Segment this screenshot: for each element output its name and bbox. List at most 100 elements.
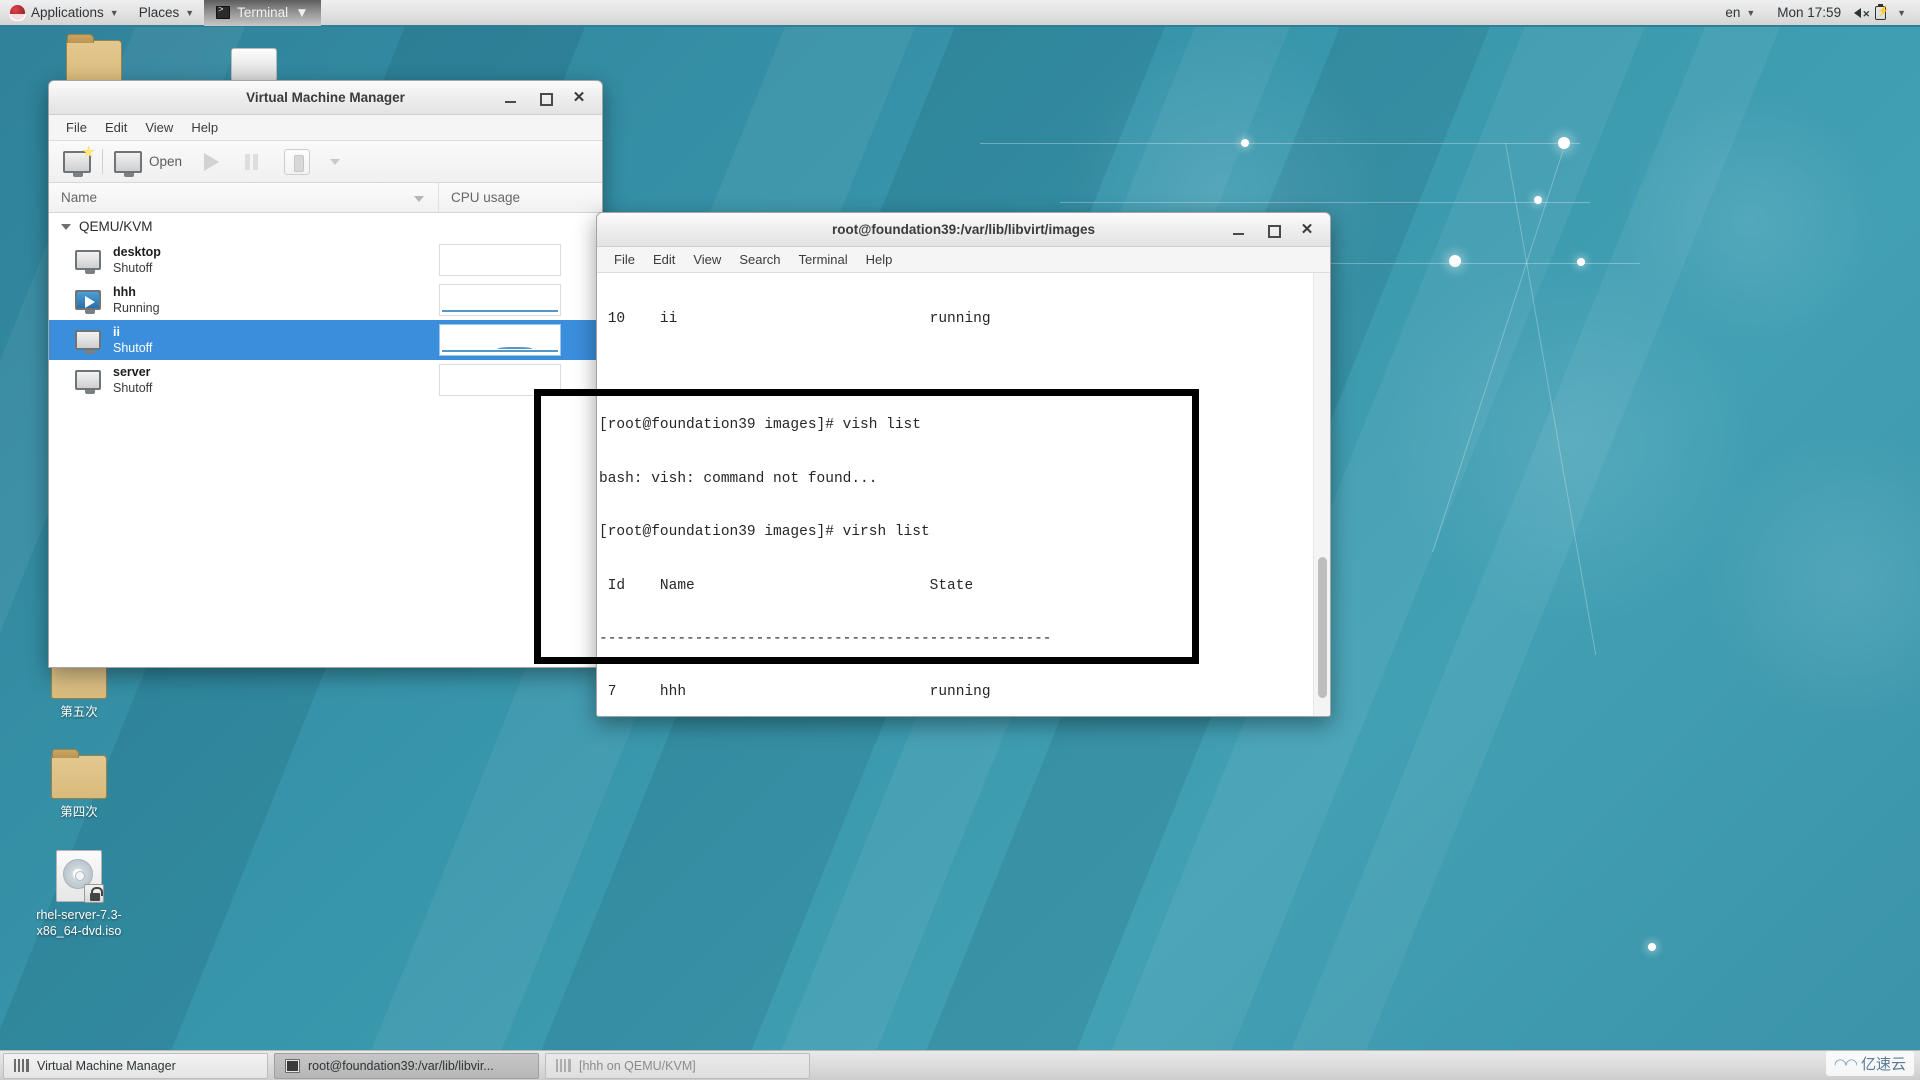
vm-state: Running (113, 300, 160, 315)
vm-cpu-usage-graph (439, 284, 561, 316)
close-button[interactable]: ✕ (572, 90, 586, 105)
pause-vm-button[interactable] (245, 153, 259, 170)
minimize-button[interactable] (504, 91, 518, 105)
connection-group-qemu-kvm[interactable]: QEMU/KVM (49, 213, 602, 240)
active-window-menu[interactable]: Terminal ▼ (204, 0, 321, 26)
open-button[interactable]: Open (114, 150, 183, 177)
vm-name: ii (113, 324, 120, 339)
taskbar-item-terminal[interactable]: root@foundation39:/var/lib/libvir... (274, 1052, 539, 1079)
vm-list-item-desktop[interactable]: desktop Shutoff (49, 240, 602, 280)
chevron-down-icon: ▼ (1897, 7, 1906, 18)
terminal-output: 10 ii running [root@foundation39 images]… (597, 273, 1312, 716)
column-header-name-label: Name (61, 190, 98, 205)
menu-view[interactable]: View (136, 118, 182, 137)
terminal-line: bash: vish: command not found... (599, 470, 878, 487)
volume-muted-icon[interactable]: ✕ (1853, 5, 1870, 21)
connection-label: QEMU/KVM (79, 219, 153, 234)
menu-edit[interactable]: Edit (644, 250, 684, 269)
chevron-down-icon[interactable] (330, 158, 341, 165)
terminal-scrollbar[interactable] (1313, 273, 1330, 716)
column-header-name[interactable]: Name (49, 183, 439, 212)
menu-search[interactable]: Search (730, 250, 789, 269)
vmm-icon (556, 1059, 571, 1072)
menu-view[interactable]: View (684, 250, 730, 269)
desktop-icon-folder-2[interactable]: 第四次 (25, 749, 133, 820)
terminal-line: 10 ii running (599, 310, 991, 327)
desktop-icon-label: 第四次 (60, 805, 98, 819)
menu-file[interactable]: File (605, 250, 644, 269)
vm-running-icon (75, 290, 101, 314)
vm-name: desktop (113, 244, 161, 259)
vm-name: hhh (113, 284, 136, 299)
folder-icon (51, 749, 107, 799)
menu-edit[interactable]: Edit (96, 118, 136, 137)
vmm-toolbar: Open (49, 141, 602, 183)
terminal-menubar: File Edit View Search Terminal Help (597, 247, 1330, 273)
terminal-screen[interactable]: 10 ii running [root@foundation39 images]… (597, 273, 1330, 716)
wallpaper-line (980, 143, 1580, 144)
vm-cpu-usage-graph (439, 324, 561, 356)
vm-name: server (113, 364, 151, 379)
menu-help[interactable]: Help (857, 250, 902, 269)
terminal-scrollbar-thumb[interactable] (1318, 556, 1327, 699)
terminal-window-controls: ✕ (1232, 222, 1330, 238)
vm-shutoff-icon (75, 370, 101, 394)
taskbar-item-hhh-console[interactable]: [hhh on QEMU/KVM] (545, 1052, 810, 1079)
terminal-icon (285, 1058, 300, 1073)
vm-cpu-usage-graph (439, 244, 561, 276)
taskbar-item-vmm[interactable]: Virtual Machine Manager (3, 1052, 268, 1079)
close-button[interactable]: ✕ (1300, 222, 1314, 237)
column-header-cpu[interactable]: CPU usage (439, 190, 520, 205)
desktop-icon-trash[interactable] (200, 48, 308, 84)
keyboard-layout-indicator[interactable]: en ▼ (1715, 0, 1765, 25)
clock[interactable]: Mon 17:59 (1767, 0, 1851, 25)
desktop-icon-iso[interactable]: rhel-server-7.3-x86_64-dvd.iso (25, 850, 133, 939)
vm-shutoff-icon (75, 330, 101, 354)
wallpaper-node-dot (1449, 255, 1461, 267)
top-panel: Applications ▼ Places ▼ Terminal ▼ en ▼ … (0, 0, 1920, 27)
maximize-button[interactable] (538, 91, 553, 106)
tree-expand-icon[interactable] (61, 223, 71, 230)
watermark-text: 亿速云 (1860, 1055, 1906, 1073)
minimize-button[interactable] (1232, 223, 1246, 237)
shutdown-vm-button[interactable] (284, 148, 311, 175)
vmm-titlebar[interactable]: Virtual Machine Manager ✕ (49, 81, 602, 115)
wallpaper-node-dot (1648, 943, 1656, 951)
lock-icon (84, 884, 104, 903)
vm-list-item-ii[interactable]: ii Shutoff (49, 320, 602, 360)
maximize-button[interactable] (1266, 223, 1281, 238)
wallpaper-node-dot (1241, 139, 1249, 147)
menu-file[interactable]: File (57, 118, 96, 137)
terminal-line: [root@foundation39 images]# vish list (599, 417, 921, 434)
vmm-menubar: File Edit View Help (49, 115, 602, 141)
terminal-window[interactable]: root@foundation39:/var/lib/libvirt/image… (596, 212, 1331, 717)
applications-menu[interactable]: Applications ▼ (0, 0, 129, 25)
menu-help[interactable]: Help (182, 118, 227, 137)
new-vm-button[interactable] (63, 145, 95, 177)
terminal-line: 7 hhh running (599, 684, 991, 701)
battery-charging-icon[interactable]: ⚡ (1872, 3, 1890, 21)
terminal-line: ----------------------------------------… (599, 630, 1052, 647)
vmm-vm-list: QEMU/KVM desktop Shutoff hhh Running ii (49, 213, 602, 667)
wallpaper-node-dot (1534, 196, 1542, 204)
vm-state: Shutoff (113, 380, 153, 395)
vm-state: Shutoff (113, 340, 153, 355)
taskbar-item-label: Virtual Machine Manager (37, 1058, 176, 1073)
run-vm-button[interactable] (204, 152, 220, 171)
terminal-title: root@foundation39:/var/lib/libvirt/image… (832, 222, 1095, 237)
places-menu[interactable]: Places ▼ (129, 0, 204, 25)
virtual-machine-manager-window[interactable]: Virtual Machine Manager ✕ File Edit View… (48, 80, 603, 668)
vm-cpu-usage-graph (439, 364, 561, 396)
vmm-window-controls: ✕ (504, 90, 602, 106)
chevron-down-icon: ▼ (295, 5, 309, 20)
system-menu[interactable]: ▼ (1891, 0, 1912, 25)
chevron-down-icon: ▼ (185, 7, 195, 18)
terminal-titlebar[interactable]: root@foundation39:/var/lib/libvirt/image… (597, 213, 1330, 247)
open-button-label: Open (149, 154, 183, 169)
vm-list-item-server[interactable]: server Shutoff (49, 360, 602, 400)
vm-list-item-hhh[interactable]: hhh Running (49, 280, 602, 320)
menu-terminal[interactable]: Terminal (790, 250, 857, 269)
trash-icon (231, 48, 277, 84)
chevron-down-icon: ▼ (109, 7, 119, 18)
